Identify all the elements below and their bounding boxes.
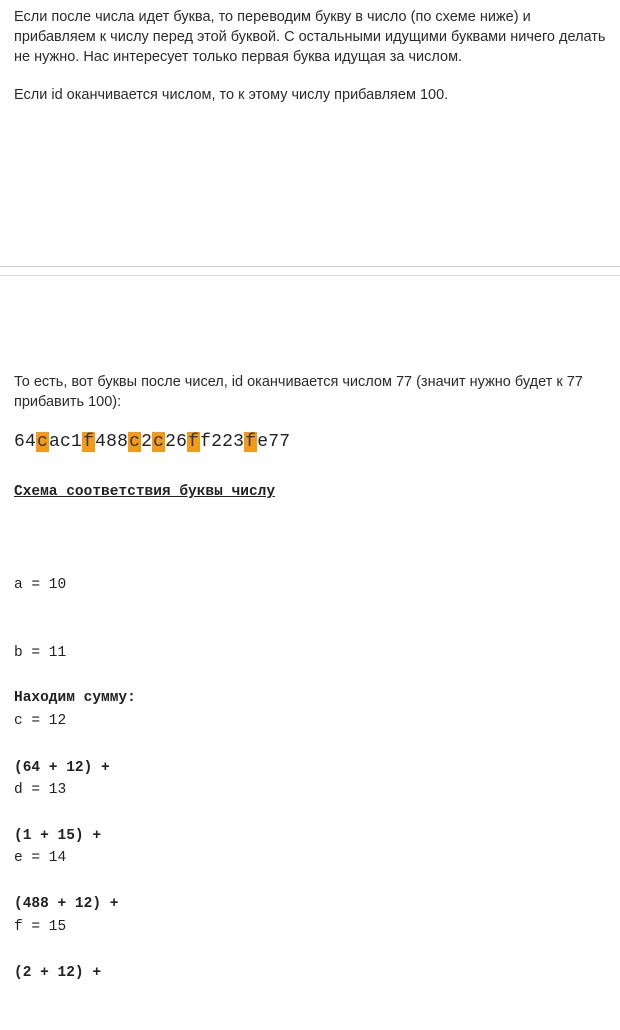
- highlighted-letter: f: [82, 432, 96, 452]
- id-segment: ac: [49, 432, 72, 452]
- example-paragraph: То есть, вот буквы после чисел, id оканч…: [14, 374, 583, 410]
- highlighted-letter: c: [152, 432, 166, 452]
- sum-title: Находим сумму:: [14, 690, 136, 706]
- example-id-string: 64cac1f488c2c26ff223fe77: [14, 430, 290, 454]
- sum-line: (2 + 12) +: [14, 964, 102, 981]
- id-segment: 488: [95, 432, 129, 452]
- id-segment: 2: [141, 432, 153, 452]
- id-segment: 1: [71, 432, 83, 452]
- highlighted-letter: c: [128, 432, 142, 452]
- highlighted-letter: f: [244, 432, 258, 452]
- section-divider: [0, 266, 620, 267]
- id-segment: 64: [14, 432, 37, 452]
- document-page: Если после числа идет буква, то переводи…: [0, 0, 620, 981]
- map-item-b: b = 11: [14, 644, 67, 661]
- id-segment: f223: [200, 432, 245, 452]
- highlighted-letter: f: [187, 432, 201, 452]
- highlighted-letter: c: [36, 432, 50, 452]
- scheme-title: Схема соответствия буквы числу: [14, 484, 276, 500]
- section-divider: [0, 275, 620, 276]
- rule-paragraph: Если после числа идет буква, то переводи…: [14, 9, 606, 65]
- sum-line: (1 + 15) +: [14, 827, 102, 844]
- map-item-a: a = 10: [14, 576, 67, 593]
- id-segment: 26: [165, 432, 188, 452]
- sum-lines: (64 + 12) + (1 + 15) + (488 + 12) + (2 +…: [14, 711, 118, 1030]
- id-end-paragraph: Если id оканчивается числом, то к этому …: [14, 87, 449, 103]
- sum-line: (64 + 12) +: [14, 759, 110, 776]
- id-segment: e77: [257, 432, 291, 452]
- sum-line: (488 + 12) +: [14, 896, 119, 913]
